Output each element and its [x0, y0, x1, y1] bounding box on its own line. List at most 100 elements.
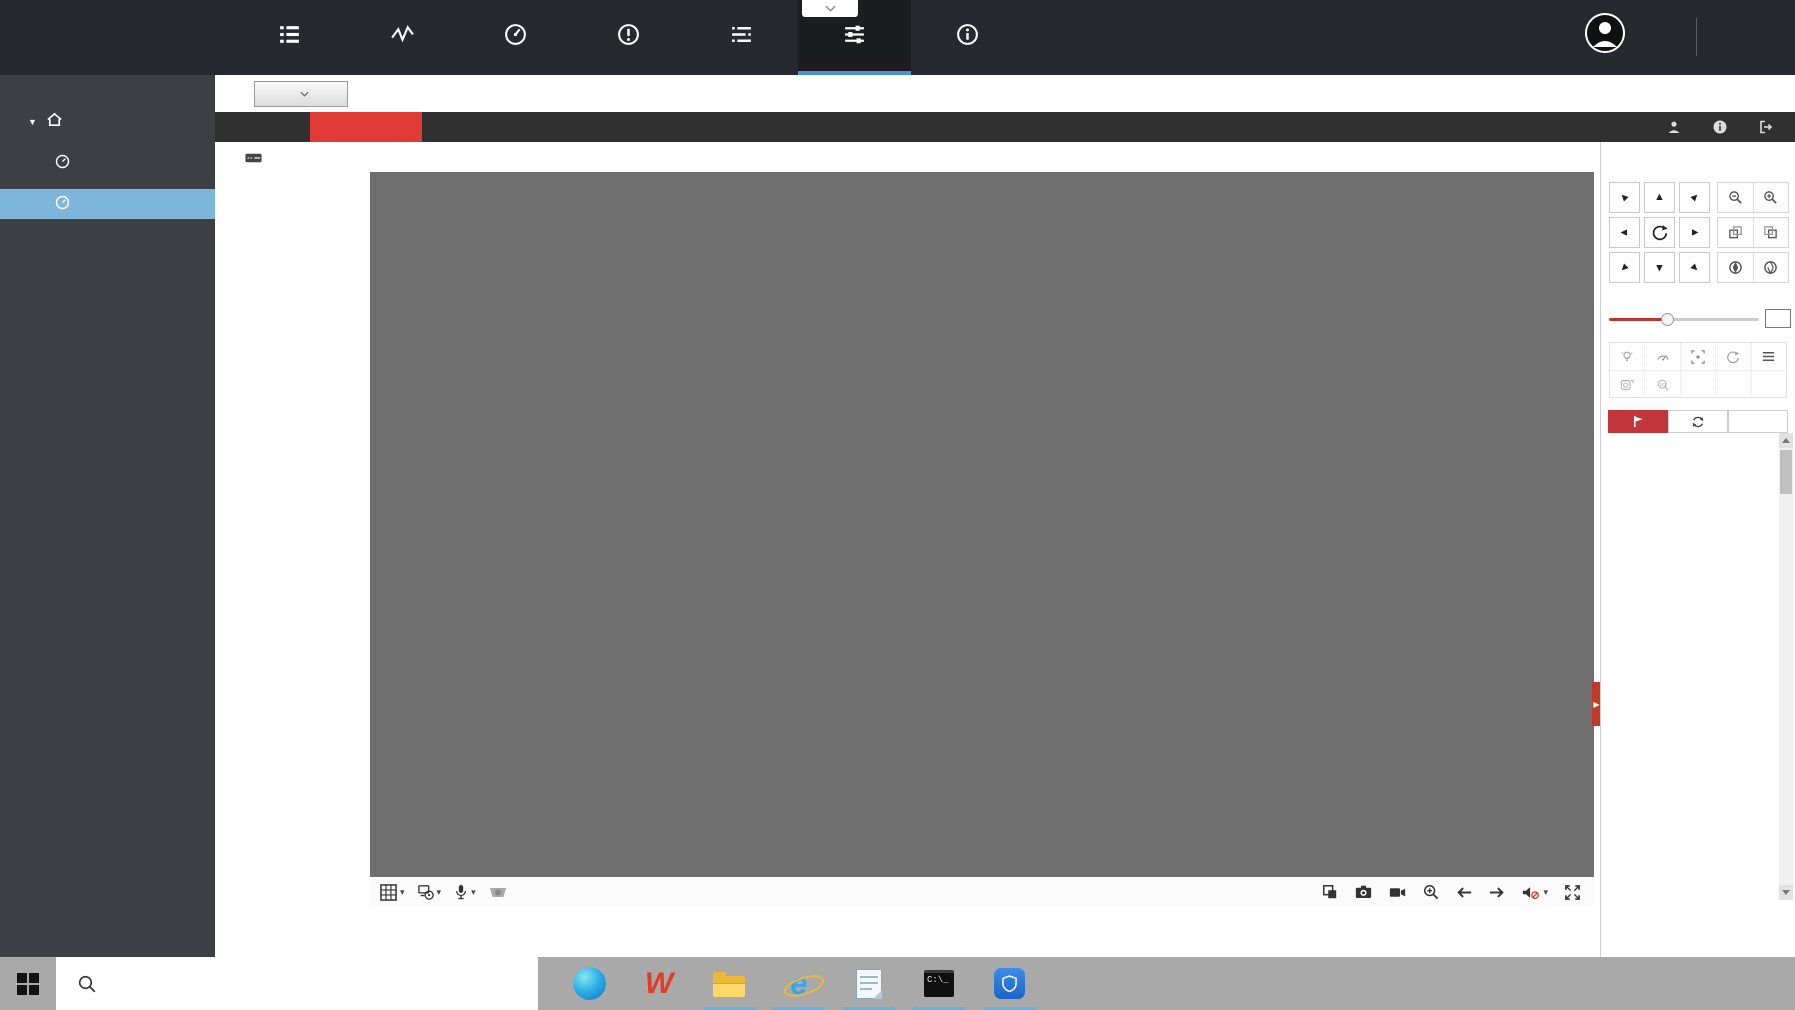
wiper-button[interactable] — [1644, 343, 1679, 370]
admin-user[interactable] — [1667, 120, 1687, 134]
stop-all-button[interactable] — [1322, 884, 1338, 900]
scroll-up-button[interactable] — [1779, 433, 1793, 448]
ptz-speed-slider[interactable] — [1609, 312, 1759, 326]
nvr-icon — [245, 153, 262, 163]
taskbar-app-command-prompt[interactable]: C:\_ — [904, 957, 974, 1010]
collapse-chevron-popup[interactable] — [802, 0, 858, 17]
video-grid — [370, 172, 1594, 877]
sidebar-group-machine-room[interactable]: ▼ — [0, 75, 215, 133]
minimize-button[interactable] — [1703, 0, 1743, 75]
nav-item-overview[interactable] — [233, 0, 346, 75]
iris-close-button[interactable] — [1718, 253, 1753, 282]
zoom-in-button[interactable] — [1753, 183, 1789, 212]
camcorder-icon — [1389, 886, 1406, 899]
device-tree-root[interactable] — [215, 142, 370, 170]
3d-zoom-button[interactable]: 3D — [1644, 371, 1679, 398]
close-button[interactable] — [1747, 0, 1787, 75]
iris-open-icon — [1763, 260, 1778, 275]
sidebar-item-ups[interactable] — [0, 149, 215, 177]
taskbar-app-wps[interactable]: W — [624, 957, 694, 1010]
slider-thumb[interactable] — [1661, 313, 1674, 326]
nav-item-help[interactable] — [911, 0, 1024, 75]
nav-item-logs[interactable] — [685, 0, 798, 75]
monitor-version-dropdown[interactable] — [254, 81, 348, 107]
next-page-button[interactable] — [1489, 886, 1505, 899]
nav-item-alerts[interactable] — [572, 0, 685, 75]
stream-type-button[interactable]: ▾ — [418, 884, 442, 900]
user-block[interactable] — [1585, 13, 1637, 53]
focus-near-button[interactable] — [1718, 218, 1753, 247]
focus-far-button[interactable] — [1753, 218, 1789, 247]
ptz-auto-scan-button[interactable] — [1644, 217, 1675, 248]
layout-grid-button[interactable]: ▾ — [380, 884, 405, 901]
slider-track — [1667, 318, 1759, 321]
ptz-left-button[interactable]: ▲ — [1609, 217, 1640, 248]
lens-init-button[interactable] — [1610, 371, 1644, 398]
taskbar-search[interactable] — [56, 957, 538, 1010]
sidebar-item-video-monitoring[interactable] — [0, 189, 215, 219]
light-button[interactable] — [1610, 343, 1644, 370]
caret-down-icon: ▼ — [28, 117, 37, 127]
initialize-lens-button[interactable] — [1715, 343, 1750, 370]
chevron-down-icon — [300, 91, 309, 97]
taskbar-app-security-center[interactable] — [974, 957, 1044, 1010]
svg-text:3D: 3D — [1659, 382, 1666, 388]
taskbar: W e C:\_ — [0, 957, 1795, 1010]
two-way-audio-button[interactable]: ▾ — [454, 884, 476, 900]
fullscreen-icon — [1565, 885, 1580, 900]
hikvision-tabs — [310, 112, 758, 142]
menu-button[interactable] — [1751, 343, 1786, 370]
tab-blank[interactable] — [1728, 410, 1788, 433]
ptz-down-left-button[interactable]: ▲ — [1609, 252, 1640, 283]
previous-page-button[interactable] — [1456, 886, 1472, 899]
logout-link[interactable] — [1759, 120, 1779, 134]
home-icon — [46, 111, 63, 133]
mute-button[interactable]: ▾ — [1522, 885, 1548, 900]
logs-icon — [729, 22, 754, 47]
tab-playback[interactable] — [422, 112, 534, 142]
start-button[interactable] — [0, 957, 56, 1010]
scroll-down-button[interactable] — [1779, 885, 1793, 900]
tab-preview[interactable] — [310, 112, 422, 142]
snapshot-button[interactable] — [1355, 885, 1372, 899]
taskbar-app-notepad[interactable] — [834, 957, 904, 1010]
ptz-down-right-button[interactable]: ▲ — [1679, 252, 1710, 283]
light-icon — [1620, 350, 1634, 364]
fullscreen-button[interactable] — [1565, 885, 1580, 900]
help-link[interactable] — [1713, 120, 1733, 134]
nav-item-data[interactable] — [459, 0, 572, 75]
energy-icon — [390, 22, 415, 47]
zoom-out-button[interactable] — [1718, 183, 1753, 212]
help-icon — [955, 22, 980, 47]
search-input[interactable] — [110, 973, 474, 995]
fisheye-button[interactable] — [489, 885, 507, 900]
ptz-right-button[interactable]: ▲ — [1679, 217, 1710, 248]
scrollbar-thumb[interactable] — [1780, 450, 1792, 494]
ptz-down-button[interactable]: ▲ — [1644, 252, 1675, 283]
nav-item-energy[interactable] — [346, 0, 459, 75]
chevron-down-icon: ▾ — [471, 887, 476, 898]
digital-zoom-button[interactable] — [1423, 884, 1439, 900]
speaker-muted-icon — [1522, 885, 1540, 900]
record-button[interactable] — [1389, 886, 1406, 899]
taskbar-app-file-explorer[interactable] — [694, 957, 764, 1010]
preset-scrollbar[interactable] — [1779, 433, 1793, 900]
video-area — [370, 172, 1594, 877]
tab-patrol[interactable] — [1668, 410, 1728, 433]
tab-picture[interactable] — [534, 112, 646, 142]
version-bar — [215, 75, 1795, 112]
auto-scan-icon — [1651, 224, 1668, 241]
taskbar-app-internet-explorer[interactable]: e — [764, 957, 834, 1010]
ptz-up-right-button[interactable]: ▲ — [1679, 182, 1710, 213]
ptz-up-left-button[interactable]: ▲ — [1609, 182, 1640, 213]
ptz-up-button[interactable]: ▲ — [1644, 182, 1675, 213]
tab-configuration[interactable] — [646, 112, 758, 142]
folder-icon — [713, 971, 745, 997]
tab-presets[interactable] — [1608, 410, 1668, 433]
avatar[interactable] — [1585, 13, 1625, 53]
taskbar-app-edge[interactable] — [554, 957, 624, 1010]
alert-icon — [616, 22, 641, 47]
iris-open-button[interactable] — [1753, 253, 1789, 282]
arrow-right-icon — [1489, 886, 1505, 899]
3d-positioning-button[interactable] — [1680, 343, 1715, 370]
